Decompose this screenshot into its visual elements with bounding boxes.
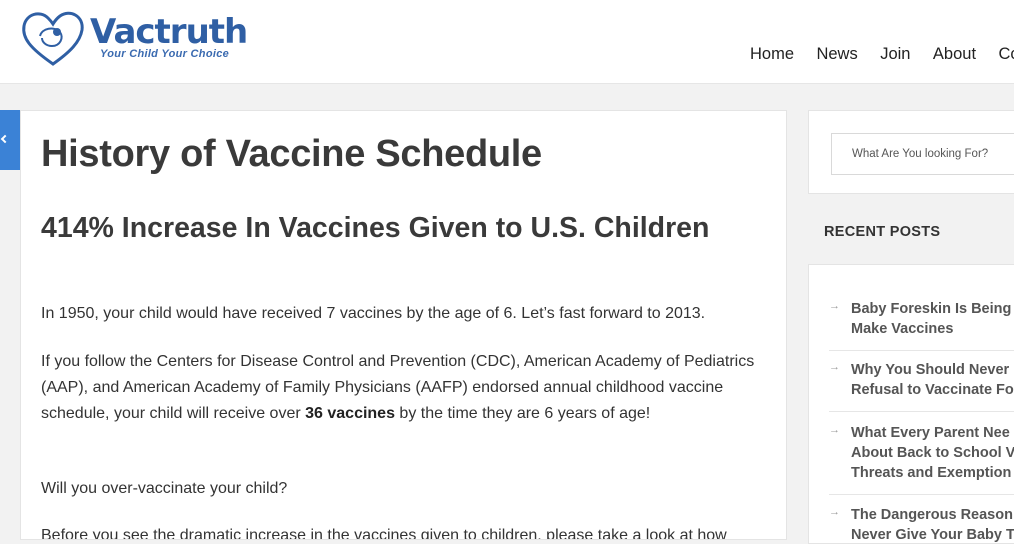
list-item[interactable]: → Baby Foreskin Is Being Make Vaccines [829, 299, 1014, 351]
post-title[interactable]: The Dangerous Reason Never Give Your Bab… [851, 505, 1014, 544]
article-subheading: 414% Increase In Vaccines Given to U.S. … [41, 207, 741, 249]
post-title[interactable]: What Every Parent Nee About Back to Scho… [851, 423, 1014, 483]
arrow-right-icon: → [829, 506, 840, 518]
post-title[interactable]: Baby Foreskin Is Being Make Vaccines [851, 299, 1014, 339]
list-item[interactable]: → What Every Parent Nee About Back to Sc… [829, 423, 1014, 495]
main-nav: Home News Join About Co [750, 44, 1014, 64]
paragraph-3: Will you over-vaccinate your child? [41, 476, 771, 502]
site-logo[interactable]: Vactruth Your Child Your Choice [20, 8, 250, 72]
heart-baby-logo-icon [20, 8, 86, 70]
arrow-right-icon: → [829, 361, 840, 373]
article-card: History of Vaccine Schedule 414% Increas… [20, 110, 787, 540]
list-item[interactable]: → The Dangerous Reason Never Give Your B… [829, 505, 1014, 544]
search-widget [808, 110, 1014, 194]
search-input[interactable] [831, 133, 1014, 175]
recent-posts-list: → Baby Foreskin Is Being Make Vaccines →… [808, 264, 1014, 544]
paragraph-2-text-end: by the time they are 6 years of age! [395, 405, 650, 422]
nav-join[interactable]: Join [880, 44, 910, 64]
chevron-left-icon [1, 135, 9, 143]
nav-home[interactable]: Home [750, 44, 794, 64]
arrow-right-icon: → [829, 300, 840, 312]
brand-tagline: Your Child Your Choice [100, 48, 229, 60]
site-header: Vactruth Your Child Your Choice Home New… [0, 0, 1014, 84]
recent-posts-heading: RECENT POSTS [824, 224, 940, 240]
nav-news[interactable]: News [816, 44, 857, 64]
brand-name: Vactruth [90, 12, 247, 52]
nav-contact[interactable]: Co [999, 44, 1014, 64]
paragraph-1: In 1950, your child would have received … [41, 301, 771, 327]
nav-about[interactable]: About [933, 44, 976, 64]
paragraph-2: If you follow the Centers for Disease Co… [41, 349, 771, 427]
paragraph-2-bold: 36 vaccines [305, 405, 395, 422]
paragraph-4: Before you see the dramatic increase in … [41, 523, 771, 540]
post-title[interactable]: Why You Should Never Refusal to Vaccinat… [851, 360, 1014, 400]
page-title: History of Vaccine Schedule [41, 133, 542, 176]
share-side-tab[interactable] [0, 110, 20, 170]
list-item[interactable]: → Why You Should Never Refusal to Vaccin… [829, 360, 1014, 412]
arrow-right-icon: → [829, 424, 840, 436]
